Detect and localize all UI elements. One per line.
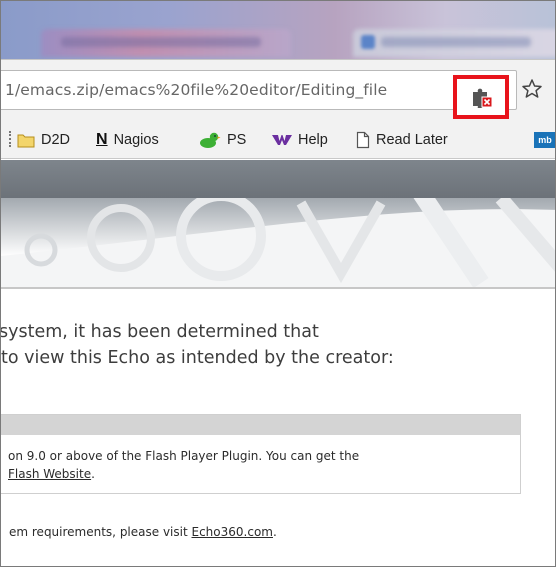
puzzle-piece-blocked-icon <box>473 88 493 108</box>
page-divider <box>1 287 555 289</box>
bookmark-mb[interactable]: mb <box>534 129 555 151</box>
tab-favicon-icon <box>361 35 375 49</box>
message-line-2: to view this Echo as intended by the cre… <box>1 348 394 368</box>
requirements-box: on 9.0 or above of the Flash Player Plug… <box>1 414 521 494</box>
bookmark-d2d[interactable]: D2D <box>17 129 70 151</box>
page-icon <box>356 131 370 149</box>
banner-swoosh-graphic <box>1 198 555 288</box>
bookmark-label: D2D <box>41 132 71 148</box>
bookmark-label: Read Later <box>376 132 448 148</box>
bookmark-ps[interactable]: PS <box>199 129 246 151</box>
browser-toolbar: 1/emacs.zip/emacs%20file%20editor/Editin… <box>1 59 555 121</box>
tab-blurred-title-2 <box>381 37 531 47</box>
footer-prefix: em requirements, please visit <box>9 525 192 539</box>
address-bar-url[interactable]: 1/emacs.zip/emacs%20file%20editor/Editin… <box>5 81 460 99</box>
nagios-icon: N <box>96 131 108 148</box>
bookmark-label: Help <box>298 132 328 148</box>
bookmark-label: PS <box>227 132 247 148</box>
footer-suffix: . <box>272 525 277 539</box>
mb-icon: mb <box>534 132 555 148</box>
footer-note: em requirements, please visit Echo360.co… <box>9 525 277 539</box>
bookmark-help[interactable]: Help <box>272 129 328 151</box>
message-line-1: system, it has been determined that <box>0 322 319 342</box>
flash-website-link[interactable]: Flash Website <box>8 467 91 481</box>
page-banner <box>1 160 555 288</box>
requirements-line-1: on 9.0 or above of the Flash Player Plug… <box>8 449 360 463</box>
folder-icon <box>17 134 35 147</box>
bookmarks-bar: D2D N Nagios PS Help Read Later mb <box>1 121 555 159</box>
tab-strip <box>1 1 555 59</box>
requirements-text: on 9.0 or above of the Flash Player Plug… <box>8 447 359 483</box>
requirements-link-suffix: . <box>91 467 95 481</box>
echo360-link[interactable]: Echo360.com <box>192 525 273 539</box>
plugin-blocked-button[interactable] <box>453 75 509 119</box>
duck-icon <box>200 132 221 148</box>
requirements-header <box>1 415 520 435</box>
bookmark-read-later[interactable]: Read Later <box>356 129 448 151</box>
purple-w-icon <box>272 135 292 145</box>
bookmarks-separator <box>9 131 11 147</box>
banner-top-bar <box>1 160 555 198</box>
tab-blurred-title <box>61 37 261 47</box>
compatibility-message: system, it has been determined that to v… <box>1 319 394 371</box>
bookmark-label: Nagios <box>113 132 159 148</box>
bookmark-nagios[interactable]: N Nagios <box>96 129 159 151</box>
star-icon[interactable] <box>521 78 543 100</box>
address-bar[interactable]: 1/emacs.zip/emacs%20file%20editor/Editin… <box>1 70 517 119</box>
browser-window: 1/emacs.zip/emacs%20file%20editor/Editin… <box>0 0 556 567</box>
